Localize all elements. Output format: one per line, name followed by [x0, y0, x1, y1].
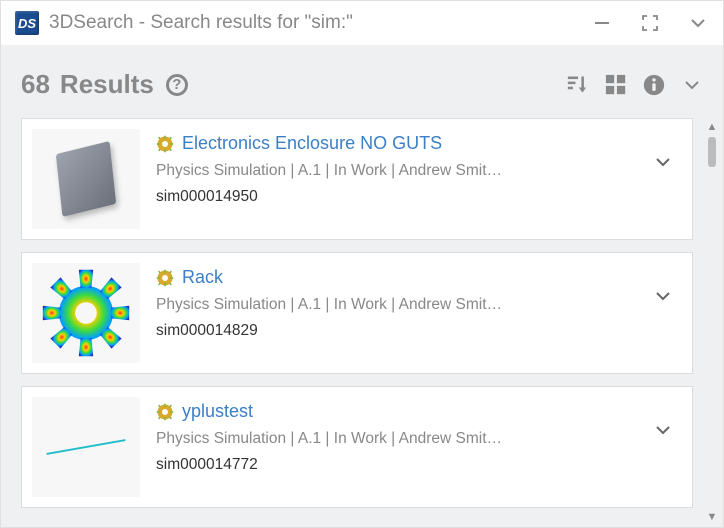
scroll-thumb[interactable]: [708, 137, 716, 167]
simulation-gear-icon: [156, 269, 174, 287]
simulation-gear-icon: [156, 135, 174, 153]
slab-icon: [56, 141, 116, 217]
scrollbar[interactable]: ▲ ▼: [705, 118, 719, 527]
scroll-down-arrow[interactable]: ▼: [707, 512, 718, 523]
results-count: 68: [21, 69, 50, 100]
header-expand-icon[interactable]: [681, 74, 703, 96]
content-area: 68 Results ?: [1, 45, 723, 527]
app-logo: DS: [15, 11, 39, 35]
result-id: sim000014772: [156, 456, 648, 474]
result-id: sim000014829: [156, 322, 648, 340]
scroll-up-arrow[interactable]: ▲: [707, 122, 718, 133]
result-meta: Physics Simulation | A.1 | In Work | And…: [156, 296, 648, 314]
result-card[interactable]: Electronics Enclosure NO GUTS Physics Si…: [21, 118, 693, 240]
rainbow-gear-icon: [41, 268, 131, 358]
result-card[interactable]: Rack Physics Simulation | A.1 | In Work …: [21, 252, 693, 374]
result-card[interactable]: yplustest Physics Simulation | A.1 | In …: [21, 386, 693, 508]
collapse-button[interactable]: [687, 12, 709, 34]
results-body: Electronics Enclosure NO GUTS Physics Si…: [1, 118, 723, 527]
result-expand-button[interactable]: [648, 263, 678, 363]
window-title: 3DSearch - Search results for "sim:": [49, 12, 581, 34]
result-id: sim000014950: [156, 188, 648, 206]
line-icon: [46, 439, 125, 455]
result-meta: Physics Simulation | A.1 | In Work | And…: [156, 162, 648, 180]
fullscreen-button[interactable]: [639, 12, 661, 34]
window-root: DS 3DSearch - Search results for "sim:" …: [0, 0, 724, 528]
header-actions: [567, 74, 703, 96]
help-icon[interactable]: ?: [166, 74, 188, 96]
results-header: 68 Results ?: [1, 61, 723, 118]
view-grid-icon[interactable]: [605, 74, 627, 96]
result-expand-button[interactable]: [648, 397, 678, 497]
minimize-button[interactable]: [591, 12, 613, 34]
simulation-gear-icon: [156, 403, 174, 421]
result-expand-button[interactable]: [648, 129, 678, 229]
titlebar-actions: [591, 12, 709, 34]
results-label: Results: [60, 69, 154, 100]
titlebar: DS 3DSearch - Search results for "sim:": [1, 1, 723, 45]
result-thumbnail: [32, 397, 140, 497]
sort-icon[interactable]: [567, 74, 589, 96]
result-thumbnail: [32, 129, 140, 229]
result-title[interactable]: yplustest: [182, 401, 253, 422]
result-meta: Physics Simulation | A.1 | In Work | And…: [156, 430, 648, 448]
results-list: Electronics Enclosure NO GUTS Physics Si…: [21, 118, 707, 508]
result-title[interactable]: Rack: [182, 267, 223, 288]
info-icon[interactable]: [643, 74, 665, 96]
result-thumbnail: [32, 263, 140, 363]
result-title[interactable]: Electronics Enclosure NO GUTS: [182, 133, 442, 154]
